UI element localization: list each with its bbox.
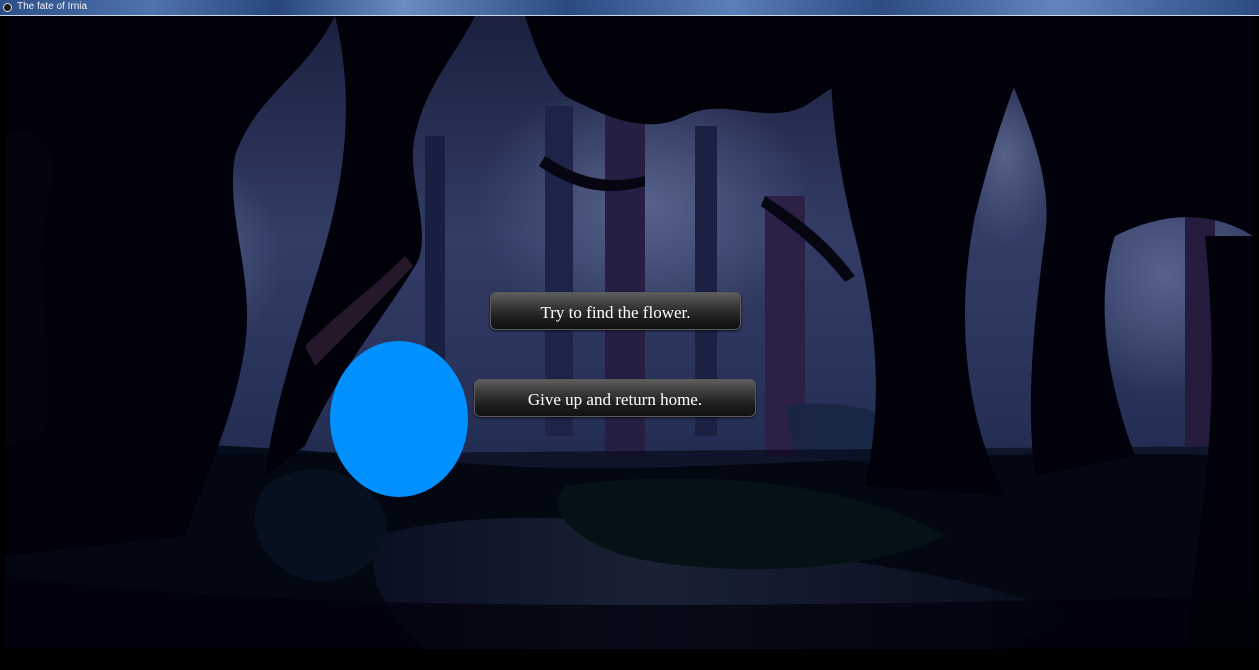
game-window: The fate of Irnia Try to find the flower… [0, 0, 1259, 670]
forest-scene [5, 16, 1253, 649]
window-title: The fate of Irnia [17, 1, 88, 12]
title-bar: The fate of Irnia [0, 0, 1259, 16]
forest-background-art [5, 16, 1253, 649]
return-home-button[interactable]: Give up and return home. [474, 379, 756, 417]
find-flower-button[interactable]: Try to find the flower. [490, 292, 741, 330]
player-circle [330, 341, 468, 497]
bottom-bar [0, 649, 1259, 670]
app-icon [3, 3, 12, 12]
